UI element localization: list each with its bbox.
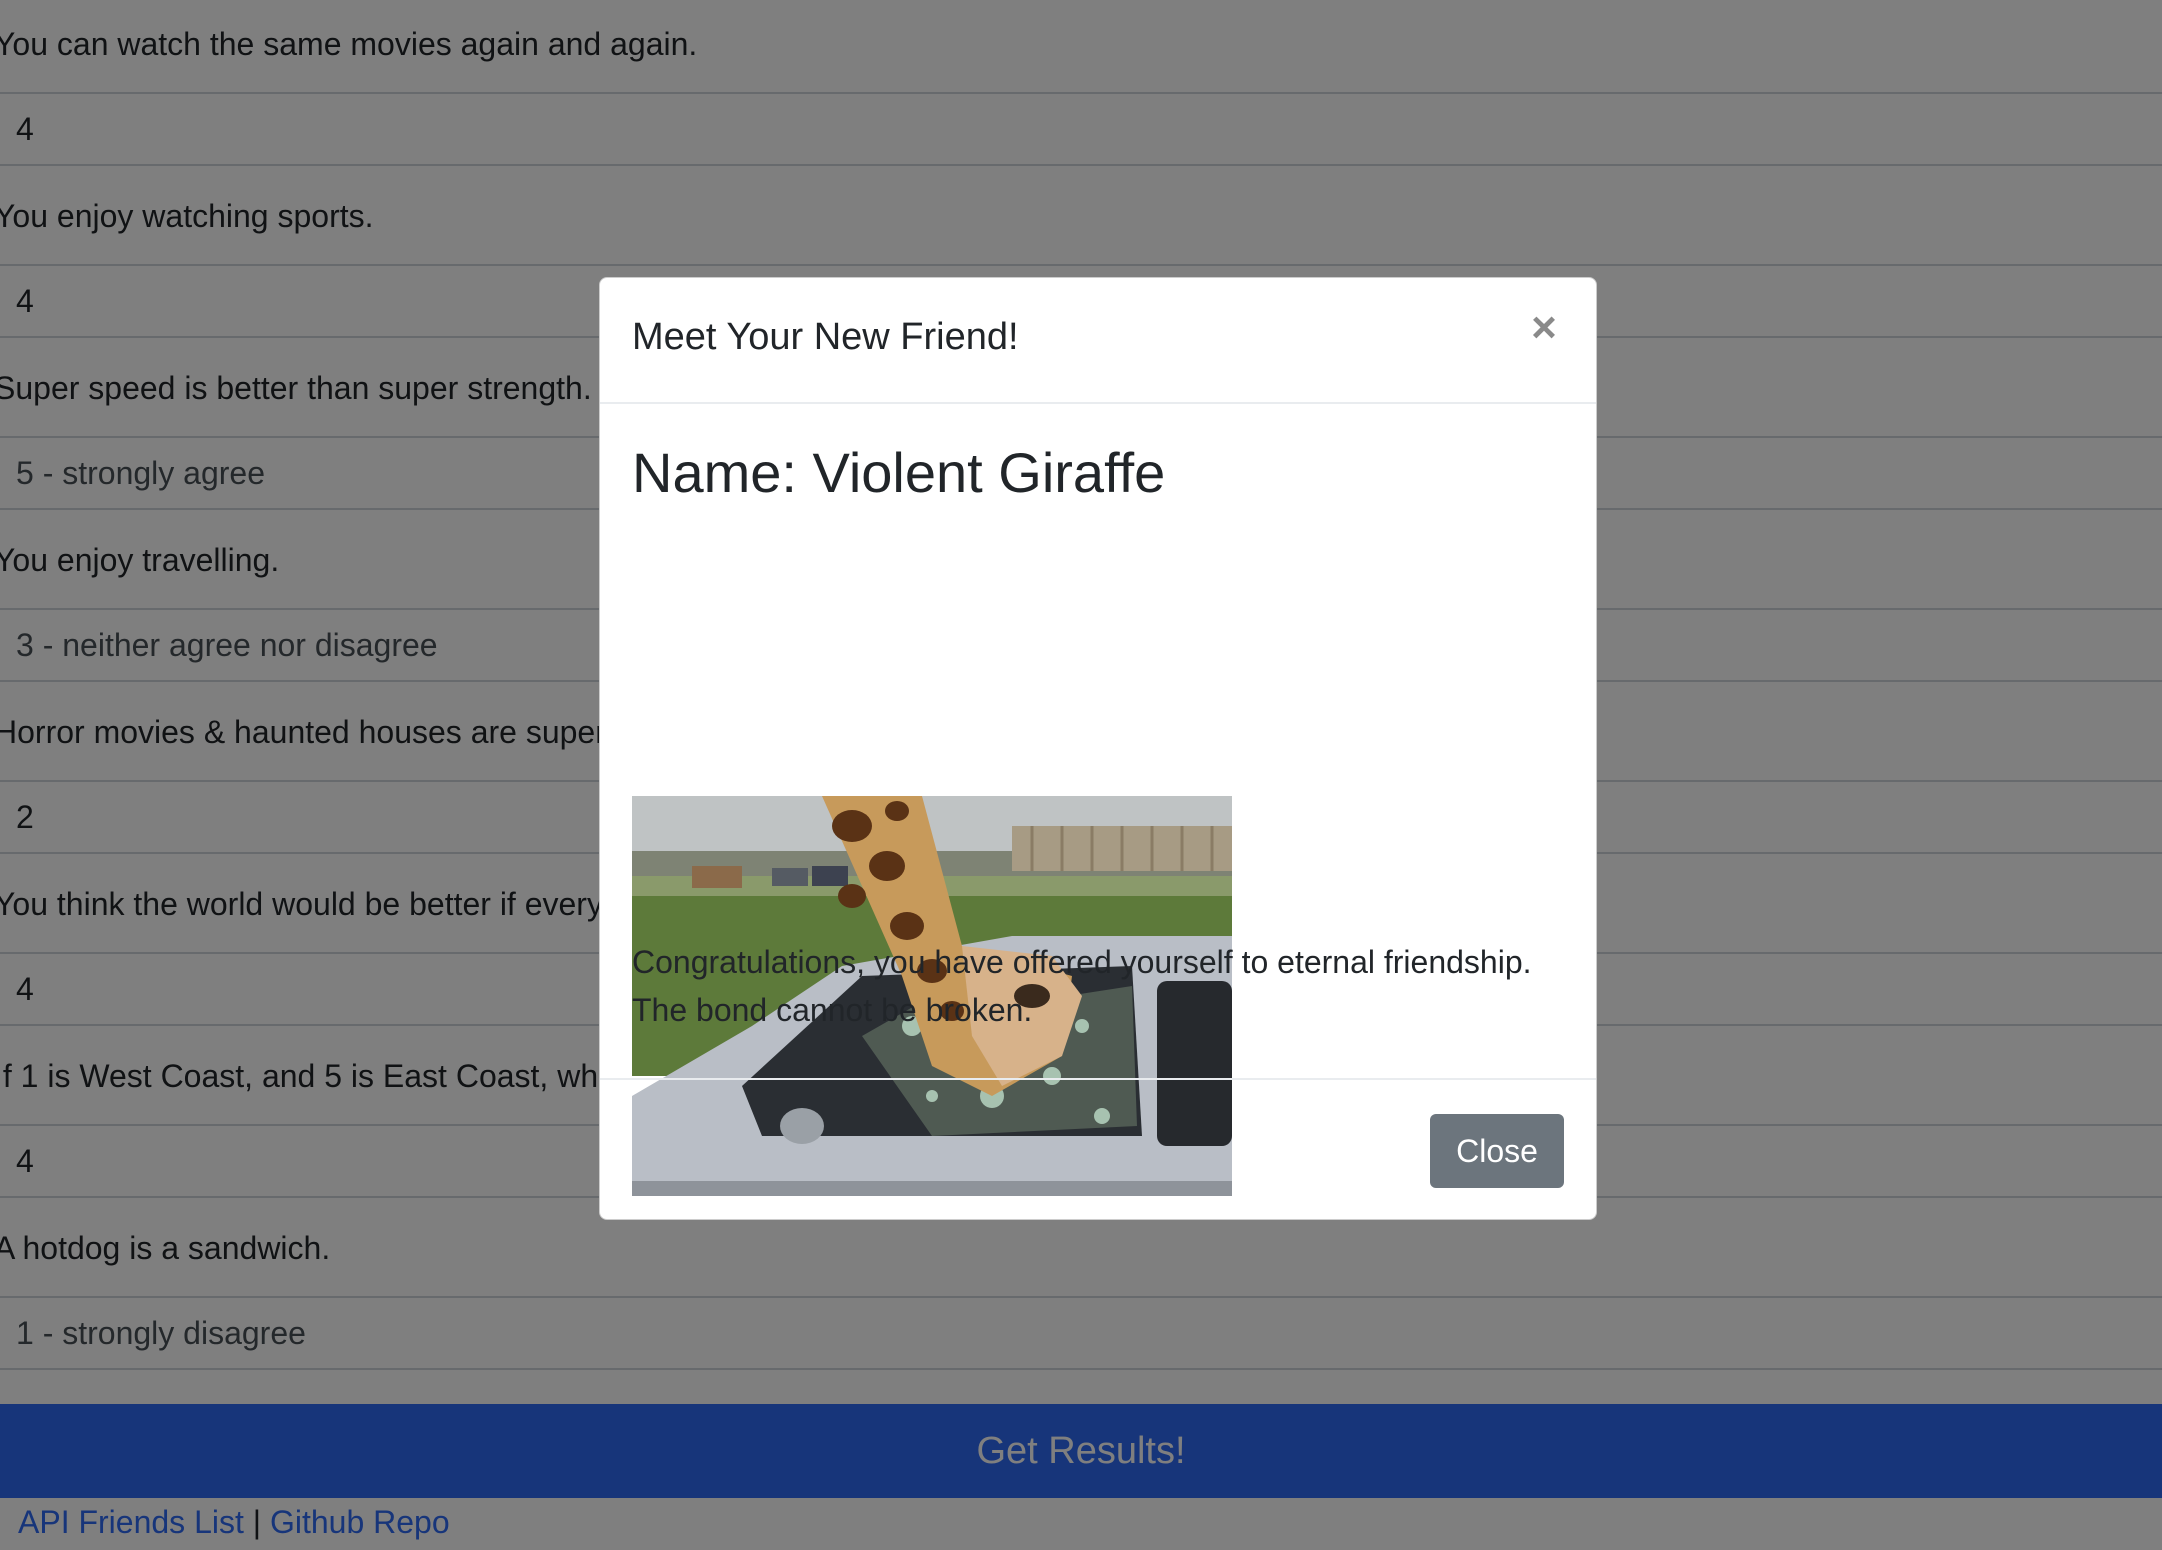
friend-modal: Meet Your New Friend! × Name: Violent Gi…	[599, 277, 1597, 1220]
friend-name: Name: Violent Giraffe	[632, 441, 1166, 504]
close-button[interactable]: Close	[1430, 1114, 1564, 1188]
modal-header: Meet Your New Friend! ×	[600, 278, 1596, 404]
modal-footer: Close	[600, 1078, 1596, 1219]
modal-title: Meet Your New Friend!	[632, 316, 1019, 358]
close-icon[interactable]: ×	[1524, 306, 1564, 350]
friend-message: Congratulations, you have offered yourse…	[632, 944, 1532, 1028]
